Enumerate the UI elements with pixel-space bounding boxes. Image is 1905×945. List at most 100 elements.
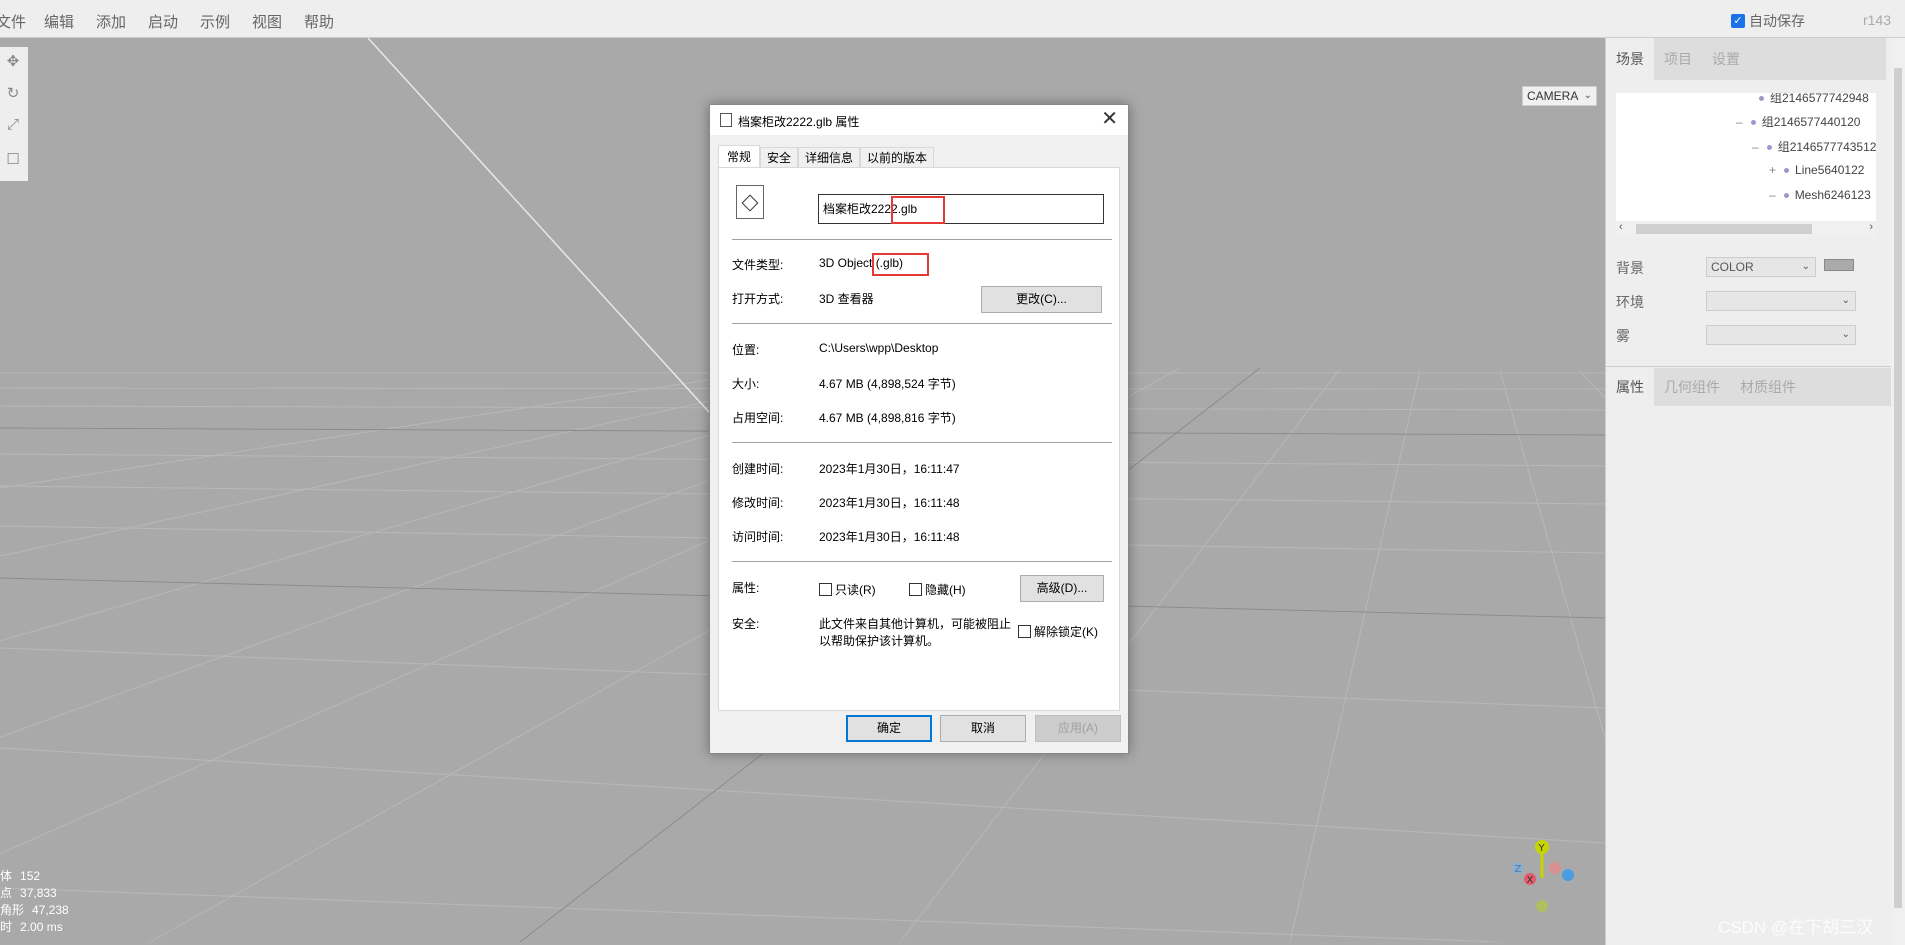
close-icon[interactable]: ✕: [1101, 108, 1118, 130]
fog-select[interactable]: ⌄: [1706, 325, 1856, 345]
menu-add[interactable]: 添加: [96, 11, 126, 32]
tab-security[interactable]: 安全: [760, 147, 799, 168]
local-toggle-icon[interactable]: ☐: [2, 149, 24, 171]
ok-button[interactable]: 确定: [846, 715, 932, 742]
cancel-button[interactable]: 取消: [940, 715, 1026, 742]
autosave-checkbox[interactable]: ✓: [1731, 14, 1745, 28]
divider: [732, 442, 1112, 443]
disk-size-label: 占用空间:: [732, 411, 784, 425]
background-color-swatch[interactable]: [1824, 259, 1854, 271]
move-icon[interactable]: ✥: [2, 51, 24, 73]
tab-scene[interactable]: 场景: [1606, 38, 1654, 80]
checkbox-box[interactable]: [1018, 625, 1031, 638]
tree-item[interactable]: + Line5640122: [1769, 163, 1864, 177]
menu-view[interactable]: 视图: [252, 11, 282, 32]
scroll-right-icon[interactable]: ›: [1869, 221, 1873, 233]
gizmo-x-label: X: [1527, 875, 1534, 886]
security-text-line1: 此文件来自其他计算机，可能被阻止: [819, 617, 1012, 631]
readonly-label: 只读(R): [835, 583, 876, 597]
unblock-label: 解除锁定(K): [1034, 625, 1098, 639]
tab-geometry[interactable]: 几何组件: [1654, 368, 1730, 406]
tab-material[interactable]: 材质组件: [1730, 368, 1806, 406]
dialog-title: 档案柜改2222.glb 属性: [738, 115, 860, 129]
menu-help[interactable]: 帮助: [304, 11, 334, 32]
background-label: 背景: [1616, 260, 1644, 276]
stat-frametime: 帧时2.00 ms: [0, 920, 63, 934]
background-select[interactable]: COLOR ⌄: [1706, 257, 1816, 277]
scene-outliner[interactable]: 组2146577742948 – 组2146577440120 – 组2146577…: [1616, 93, 1876, 223]
environment-label: 环境: [1616, 294, 1644, 310]
watermark: CSDN @在下胡三汉: [1718, 918, 1874, 937]
open-with-label: 打开方式:: [732, 292, 784, 306]
menu-examples[interactable]: 示例: [200, 11, 230, 32]
disk-size-value: 4.67 MB (4,898,816 字节): [819, 411, 956, 425]
tab-settings[interactable]: 设置: [1702, 38, 1750, 80]
autosave-toggle[interactable]: ✓ 自动保存: [1731, 11, 1805, 31]
fog-label: 雾: [1616, 328, 1630, 344]
tree-item[interactable]: – 组2146577743512: [1752, 138, 1876, 155]
file-type-label: 文件类型:: [732, 258, 784, 272]
chevron-down-icon: ⌄: [1801, 261, 1810, 272]
scroll-thumb[interactable]: [1636, 224, 1812, 234]
created-label: 创建时间:: [732, 462, 784, 476]
tab-previous-versions[interactable]: 以前的版本: [860, 147, 935, 168]
modified-label: 修改时间:: [732, 496, 784, 510]
sidebar-bottom-tabs: 属性 几何组件 材质组件: [1606, 368, 1896, 406]
tree-item[interactable]: – 组2146577440120: [1736, 113, 1860, 130]
size-label: 大小:: [732, 377, 760, 391]
scale-icon[interactable]: ⤢: [2, 114, 24, 136]
readonly-checkbox[interactable]: 只读(R): [819, 581, 876, 598]
properties-dialog: 档案柜改2222.glb 属性 ✕ 常规 安全 详细信息 以前的版本 档案柜改2…: [709, 104, 1129, 754]
hidden-label: 隐藏(H): [925, 583, 966, 597]
advanced-button[interactable]: 高级(D)...: [1020, 575, 1104, 602]
sidebar-vscrollbar[interactable]: [1891, 38, 1905, 945]
tab-properties[interactable]: 属性: [1606, 368, 1654, 406]
hidden-checkbox[interactable]: 隐藏(H): [909, 581, 966, 598]
filename-field[interactable]: 档案柜改2222.glb: [818, 194, 1104, 224]
security-label: 安全:: [732, 617, 760, 631]
stat-triangles: 三角形47,238: [0, 903, 69, 917]
file-icon: [720, 113, 732, 127]
chevron-down-icon: ⌄: [1583, 90, 1592, 101]
checkbox-box[interactable]: [909, 583, 922, 596]
gizmo-z-label: Z: [1515, 864, 1522, 875]
outliner-hscrollbar[interactable]: ‹ ›: [1616, 221, 1876, 237]
background-select-value: COLOR: [1711, 260, 1754, 274]
accessed-label: 访问时间:: [732, 530, 784, 544]
menu-play[interactable]: 启动: [148, 11, 178, 32]
chevron-down-icon: ⌄: [1841, 329, 1850, 340]
scroll-left-icon[interactable]: ‹: [1619, 221, 1623, 233]
chevron-down-icon: ⌄: [1841, 295, 1850, 306]
menu-edit[interactable]: 编辑: [44, 11, 74, 32]
autosave-label: 自动保存: [1749, 13, 1805, 29]
menu-file[interactable]: 文件: [0, 11, 26, 32]
sidebar-divider: [1606, 366, 1896, 367]
camera-select[interactable]: CAMERA ⌄: [1522, 86, 1597, 106]
environment-select[interactable]: ⌄: [1706, 291, 1856, 311]
attributes-label: 属性:: [732, 581, 760, 595]
tree-item[interactable]: – Mesh6246123: [1769, 188, 1871, 202]
unblock-checkbox[interactable]: 解除锁定(K): [1018, 623, 1098, 640]
highlight-box: [891, 196, 945, 224]
3d-object-icon: [736, 185, 764, 219]
tab-general[interactable]: 常规: [718, 145, 761, 169]
rotate-icon[interactable]: ↻: [2, 83, 24, 105]
scroll-thumb[interactable]: [1894, 68, 1902, 908]
stat-vertices: 顶点37,833: [0, 886, 57, 900]
render-stats: 物体152 顶点37,833 三角形47,238 帧时2.00 ms: [0, 868, 69, 936]
divider: [732, 323, 1112, 324]
axis-gizmo[interactable]: Y X Z: [1500, 838, 1580, 928]
security-text-line2: 以帮助保护该计算机。: [819, 634, 940, 648]
location-value: C:\Users\wpp\Desktop: [819, 341, 939, 355]
tab-project[interactable]: 项目: [1654, 38, 1702, 80]
version-label: r143: [1862, 12, 1891, 28]
menubar: 文件 编辑 添加 启动 示例 视图 帮助 ✓ 自动保存 r143: [0, 0, 1905, 38]
tree-item[interactable]: 组2146577742948: [1751, 93, 1869, 106]
tab-details[interactable]: 详细信息: [798, 147, 861, 168]
checkbox-box[interactable]: [819, 583, 832, 596]
divider: [732, 239, 1112, 240]
change-button[interactable]: 更改(C)...: [981, 286, 1102, 313]
dialog-titlebar[interactable]: 档案柜改2222.glb 属性 ✕: [710, 105, 1128, 135]
apply-button[interactable]: 应用(A): [1035, 715, 1121, 742]
sidebar: 场景 项目 设置 组2146577742948 – 组2146577440120 …: [1605, 38, 1905, 945]
